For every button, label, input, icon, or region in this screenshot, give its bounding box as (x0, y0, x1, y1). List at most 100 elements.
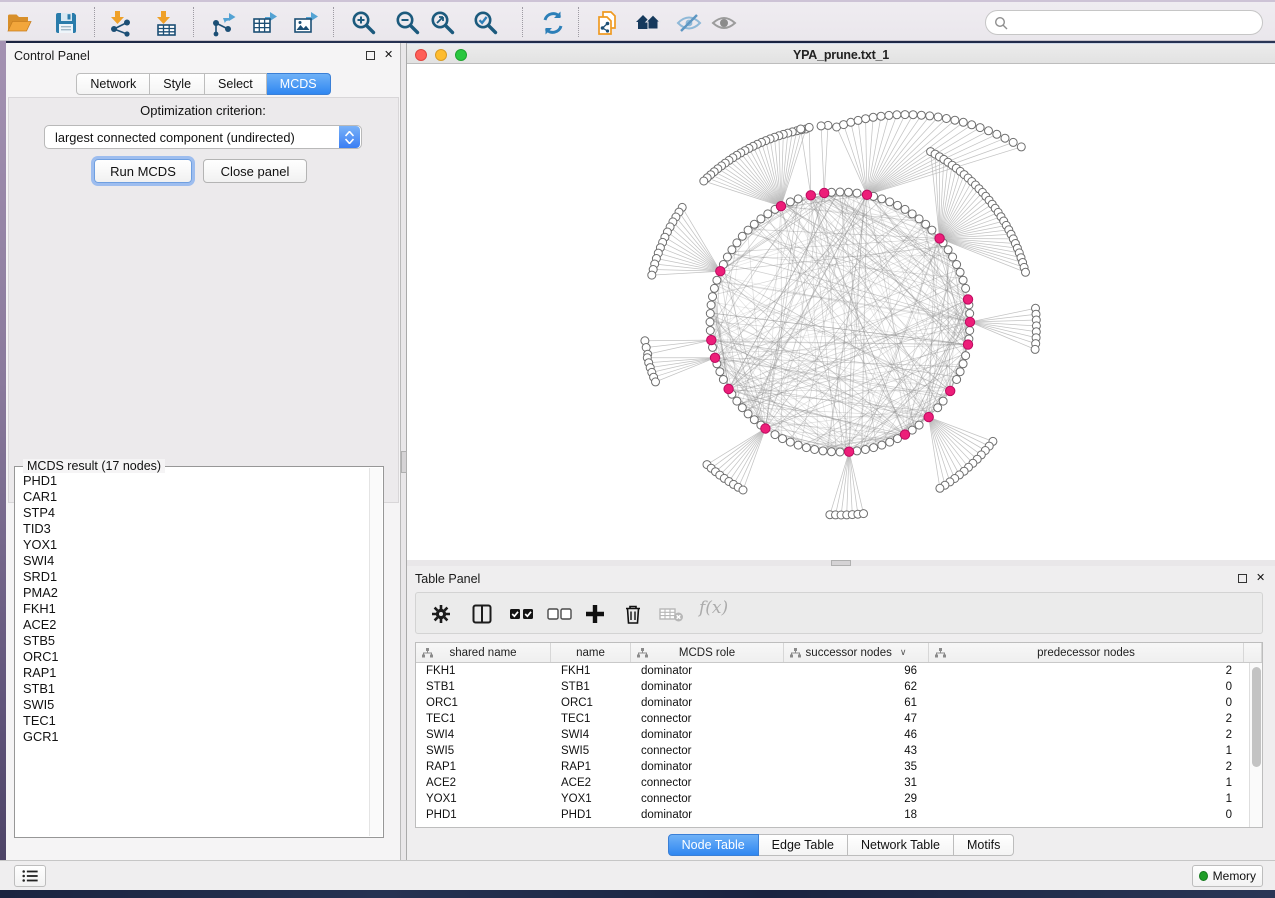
network-node[interactable] (728, 246, 736, 254)
close-panel-button[interactable]: Close panel (203, 159, 307, 183)
mcds-hub-node[interactable] (900, 430, 909, 439)
network-node[interactable] (706, 310, 714, 318)
zoom-fit-button[interactable] (429, 9, 457, 37)
mcds-result-item[interactable]: STB5 (16, 633, 369, 649)
network-node[interactable] (648, 271, 656, 279)
network-node[interactable] (878, 441, 886, 449)
zoom-selected-button[interactable] (472, 9, 500, 37)
splitter-grip[interactable] (401, 451, 407, 473)
mcds-hub-node[interactable] (724, 384, 733, 393)
network-node[interactable] (936, 484, 944, 492)
network-node[interactable] (733, 397, 741, 405)
network-node[interactable] (739, 486, 747, 494)
network-node[interactable] (709, 293, 717, 301)
run-mcds-button[interactable]: Run MCDS (94, 159, 192, 183)
network-node[interactable] (750, 416, 758, 424)
show-columns-button[interactable] (471, 600, 499, 628)
mcds-result-item[interactable]: CAR1 (16, 489, 369, 505)
network-node[interactable] (968, 121, 976, 129)
network-node[interactable] (894, 201, 902, 209)
first-neighbors-button[interactable] (634, 9, 662, 37)
table-row[interactable]: FKH1FKH1dominator962 (416, 663, 1249, 679)
network-node[interactable] (915, 421, 923, 429)
network-node[interactable] (926, 112, 934, 120)
network-node[interactable] (944, 246, 952, 254)
column-header-shared-name[interactable]: shared name (416, 643, 551, 662)
float-panel-icon[interactable] (1238, 574, 1247, 583)
network-node[interactable] (1017, 143, 1025, 151)
mcds-result-item[interactable]: SWI5 (16, 697, 369, 713)
network-node[interactable] (794, 195, 802, 203)
network-node[interactable] (966, 310, 974, 318)
show-all-button[interactable] (710, 9, 738, 37)
mcds-result-item[interactable]: SWI4 (16, 553, 369, 569)
network-node[interactable] (738, 232, 746, 240)
table-tab-edge-table[interactable]: Edge Table (759, 834, 848, 856)
network-node[interactable] (951, 116, 959, 124)
network-node[interactable] (710, 284, 718, 292)
network-graph[interactable] (407, 64, 1275, 565)
network-node[interactable] (713, 276, 721, 284)
mcds-result-item[interactable]: TID3 (16, 521, 369, 537)
network-node[interactable] (744, 410, 752, 418)
network-canvas[interactable] (407, 64, 1275, 565)
network-node[interactable] (744, 226, 752, 234)
table-row[interactable]: STB1STB1dominator620 (416, 679, 1249, 695)
network-node[interactable] (959, 360, 967, 368)
tab-mcds[interactable]: MCDS (267, 73, 331, 95)
network-node[interactable] (953, 376, 961, 384)
network-node[interactable] (962, 352, 970, 360)
network-node[interactable] (985, 127, 993, 135)
network-node[interactable] (915, 215, 923, 223)
network-node[interactable] (805, 123, 813, 131)
mcds-hub-node[interactable] (806, 191, 815, 200)
network-node[interactable] (802, 444, 810, 452)
network-node[interactable] (962, 284, 970, 292)
network-node[interactable] (885, 111, 893, 119)
network-node[interactable] (853, 189, 861, 197)
network-node[interactable] (956, 368, 964, 376)
select-all-button[interactable] (509, 600, 537, 628)
network-node[interactable] (786, 198, 794, 206)
column-header-predecessor-nodes[interactable]: predecessor nodes (929, 643, 1244, 662)
tab-network[interactable]: Network (76, 73, 150, 95)
splitter-grip[interactable] (831, 560, 851, 566)
network-node[interactable] (901, 111, 909, 119)
network-node[interactable] (870, 444, 878, 452)
network-node[interactable] (878, 195, 886, 203)
mcds-result-item[interactable]: YOX1 (16, 537, 369, 553)
network-node[interactable] (1022, 268, 1030, 276)
create-column-button[interactable] (584, 600, 612, 628)
deselect-all-button[interactable] (547, 600, 575, 628)
mcds-hub-node[interactable] (946, 386, 955, 395)
network-node[interactable] (706, 318, 714, 326)
network-node[interactable] (764, 210, 772, 218)
mcds-hub-node[interactable] (965, 317, 974, 326)
mcds-result-item[interactable]: STB1 (16, 681, 369, 697)
import-network-button[interactable] (106, 9, 134, 37)
column-header-successor-nodes[interactable]: successor nodes∨ (784, 643, 929, 662)
mcds-result-item[interactable]: ORC1 (16, 649, 369, 665)
network-node[interactable] (908, 210, 916, 218)
network-node[interactable] (959, 118, 967, 126)
network-node[interactable] (794, 441, 802, 449)
mcds-hub-node[interactable] (707, 335, 716, 344)
mcds-list-scrollbar[interactable] (369, 468, 382, 836)
network-node[interactable] (652, 378, 660, 386)
export-image-button[interactable] (291, 9, 319, 37)
memory-button[interactable]: Memory (1192, 865, 1263, 887)
network-node[interactable] (836, 188, 844, 196)
network-node[interactable] (928, 226, 936, 234)
network-node[interactable] (797, 125, 805, 133)
network-node[interactable] (886, 438, 894, 446)
search-input[interactable] (1008, 16, 1262, 30)
mcds-result-item[interactable]: SRD1 (16, 569, 369, 585)
network-node[interactable] (869, 113, 877, 121)
network-node[interactable] (817, 122, 825, 130)
column-header-MCDS-role[interactable]: MCDS role (631, 643, 784, 662)
mcds-result-item[interactable]: GCR1 (16, 729, 369, 745)
network-node[interactable] (779, 435, 787, 443)
network-node[interactable] (706, 327, 714, 335)
sort-menu-icon[interactable]: ∨ (900, 647, 907, 658)
tab-style[interactable]: Style (150, 73, 205, 95)
